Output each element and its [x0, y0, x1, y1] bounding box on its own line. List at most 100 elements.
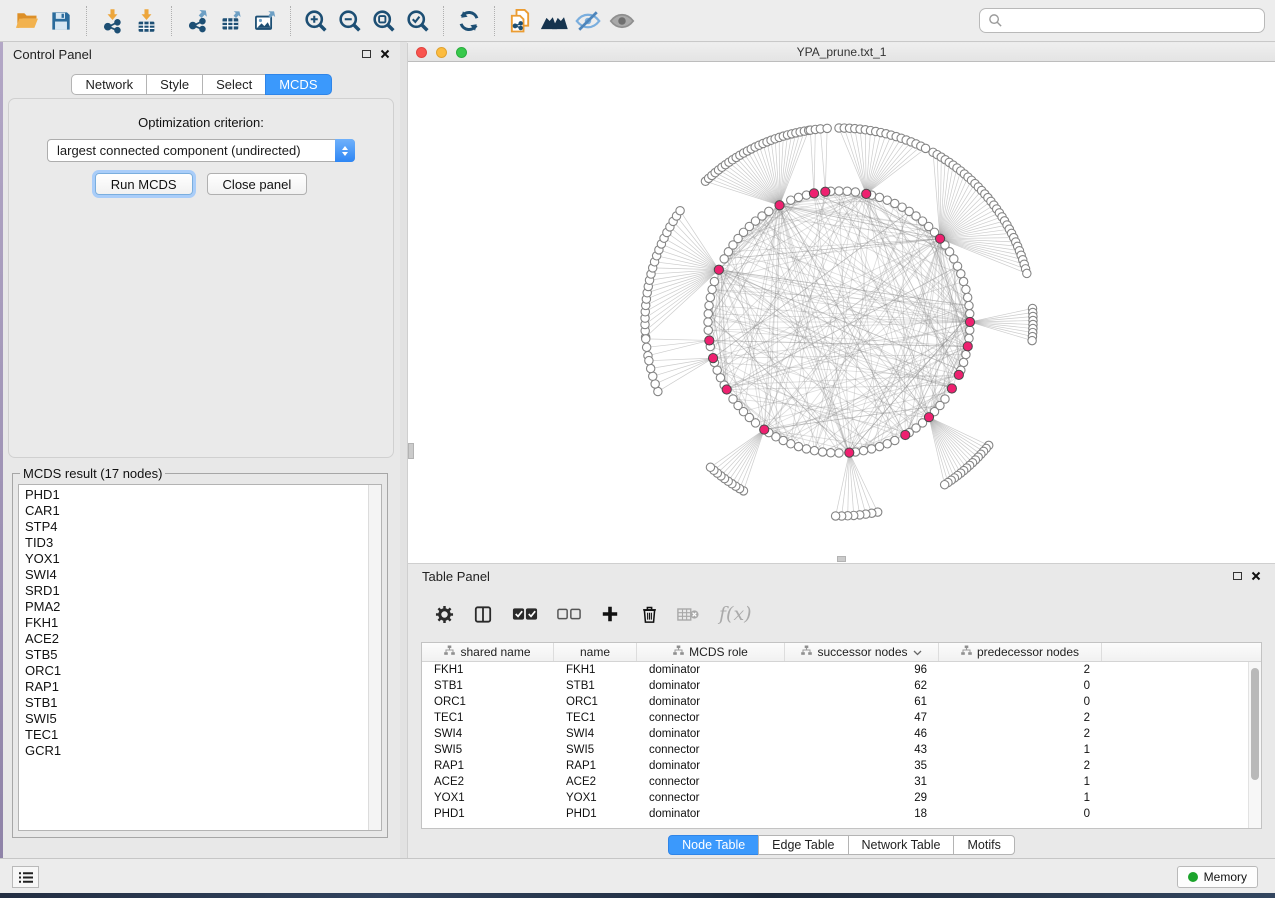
mcds-list-scrollbar[interactable] — [368, 485, 381, 830]
column-header-mcds-role[interactable]: MCDS role — [637, 643, 785, 661]
table-row[interactable]: TEC1TEC1connector472 — [422, 710, 1261, 726]
mcds-hub-node[interactable] — [821, 187, 830, 196]
network-node[interactable] — [818, 448, 826, 456]
table-mode-icon[interactable] — [432, 601, 456, 627]
export-image-icon[interactable] — [248, 5, 282, 37]
network-node[interactable] — [802, 445, 810, 453]
satellite-node[interactable] — [646, 364, 654, 372]
tab-edge-table[interactable]: Edge Table — [758, 835, 848, 855]
table-cell-name[interactable]: STB1 — [554, 680, 637, 692]
mcds-hub-node[interactable] — [708, 354, 717, 363]
tab-mcds[interactable]: MCDS — [265, 74, 331, 95]
delete-column-icon[interactable] — [637, 601, 661, 627]
network-node[interactable] — [794, 442, 802, 450]
network-node[interactable] — [704, 318, 712, 326]
export-table-icon[interactable] — [214, 5, 248, 37]
table-row[interactable]: SWI4SWI4dominator462 — [422, 726, 1261, 742]
import-table-icon[interactable] — [129, 5, 163, 37]
mcds-result-item[interactable]: PMA2 — [25, 599, 381, 615]
function-builder-icon[interactable]: f(x) — [715, 601, 755, 627]
export-network-icon[interactable] — [180, 5, 214, 37]
table-cell-name[interactable]: TEC1 — [554, 712, 637, 724]
table-cell-mcds-role[interactable]: connector — [637, 744, 785, 756]
network-node[interactable] — [957, 270, 965, 278]
tab-motifs[interactable]: Motifs — [953, 835, 1014, 855]
table-cell-successor-nodes[interactable]: 47 — [785, 712, 939, 724]
table-cell-predecessor-nodes[interactable]: 1 — [939, 744, 1102, 756]
mcds-hub-node[interactable] — [924, 413, 933, 422]
table-row[interactable]: ACE2ACE2connector311 — [422, 774, 1261, 790]
window-minimize-icon[interactable] — [436, 47, 447, 58]
zoom-fit-icon[interactable] — [367, 5, 401, 37]
splitter-grip[interactable] — [837, 556, 846, 562]
table-cell-name[interactable]: PHD1 — [554, 808, 637, 820]
satellite-node[interactable] — [651, 380, 659, 388]
clone-network-icon[interactable] — [503, 5, 537, 37]
splitter-grip[interactable] — [408, 443, 414, 459]
tab-network[interactable]: Network — [71, 74, 147, 95]
network-node[interactable] — [867, 445, 875, 453]
mcds-hub-node[interactable] — [935, 234, 944, 243]
network-node[interactable] — [966, 326, 974, 334]
table-cell-successor-nodes[interactable]: 62 — [785, 680, 939, 692]
network-overview-icon[interactable] — [537, 5, 571, 37]
table-cell-mcds-role[interactable]: connector — [637, 776, 785, 788]
table-cell-mcds-role[interactable]: connector — [637, 712, 785, 724]
show-panel-list-button[interactable] — [12, 866, 39, 888]
panel-splitter[interactable] — [400, 42, 407, 858]
mcds-result-item[interactable]: PHD1 — [25, 487, 381, 503]
table-cell-predecessor-nodes[interactable]: 0 — [939, 680, 1102, 692]
table-cell-name[interactable]: SWI4 — [554, 728, 637, 740]
select-all-icon[interactable] — [510, 601, 540, 627]
deselect-all-icon[interactable] — [555, 601, 583, 627]
satellite-node[interactable] — [676, 207, 684, 215]
table-cell-mcds-role[interactable]: dominator — [637, 680, 785, 692]
table-cell-mcds-role[interactable]: dominator — [637, 760, 785, 772]
network-node[interactable] — [965, 334, 973, 342]
network-node[interactable] — [794, 193, 802, 201]
mcds-result-item[interactable]: SWI4 — [25, 567, 381, 583]
table-scrollbar[interactable] — [1248, 662, 1261, 828]
open-file-icon[interactable] — [10, 5, 44, 37]
satellite-node[interactable] — [642, 335, 650, 343]
satellite-node[interactable] — [1028, 336, 1036, 344]
network-node[interactable] — [851, 188, 859, 196]
network-canvas[interactable] — [408, 62, 1275, 563]
float-panel-icon[interactable] — [362, 50, 371, 58]
network-node[interactable] — [959, 358, 967, 366]
float-panel-icon[interactable] — [1233, 572, 1242, 580]
zoom-selected-icon[interactable] — [401, 5, 435, 37]
table-cell-mcds-role[interactable]: dominator — [637, 696, 785, 708]
table-cell-mcds-role[interactable]: dominator — [637, 808, 785, 820]
mcds-hub-node[interactable] — [722, 385, 731, 394]
network-node[interactable] — [765, 207, 773, 215]
network-node[interactable] — [810, 446, 818, 454]
table-row[interactable]: STB1STB1dominator620 — [422, 678, 1261, 694]
mcds-hub-node[interactable] — [954, 370, 963, 379]
close-panel-button[interactable]: Close panel — [207, 173, 308, 195]
table-row[interactable]: RAP1RAP1dominator352 — [422, 758, 1261, 774]
table-cell-name[interactable]: ORC1 — [554, 696, 637, 708]
table-cell-mcds-role[interactable]: dominator — [637, 728, 785, 740]
optimization-criterion-select[interactable]: largest connected component (undirected) — [47, 139, 355, 162]
tab-node-table[interactable]: Node Table — [668, 835, 759, 855]
table-cell-mcds-role[interactable]: dominator — [637, 664, 785, 676]
table-cell-successor-nodes[interactable]: 29 — [785, 792, 939, 804]
mcds-result-item[interactable]: STB5 — [25, 647, 381, 663]
mcds-hub-node[interactable] — [901, 430, 910, 439]
network-node[interactable] — [963, 293, 971, 301]
network-node[interactable] — [787, 196, 795, 204]
mcds-result-item[interactable]: RAP1 — [25, 679, 381, 695]
network-node[interactable] — [875, 193, 883, 201]
table-cell-shared-name[interactable]: RAP1 — [422, 760, 554, 772]
table-row[interactable]: YOX1YOX1connector291 — [422, 790, 1261, 806]
table-cell-successor-nodes[interactable]: 35 — [785, 760, 939, 772]
table-row[interactable]: PHD1PHD1dominator180 — [422, 806, 1261, 822]
mcds-result-item[interactable]: YOX1 — [25, 551, 381, 567]
table-cell-shared-name[interactable]: FKH1 — [422, 664, 554, 676]
satellite-node[interactable] — [831, 512, 839, 520]
network-node[interactable] — [883, 440, 891, 448]
table-row[interactable]: ORC1ORC1dominator610 — [422, 694, 1261, 710]
mcds-result-item[interactable]: GCR1 — [25, 743, 381, 759]
table-cell-mcds-role[interactable]: connector — [637, 792, 785, 804]
